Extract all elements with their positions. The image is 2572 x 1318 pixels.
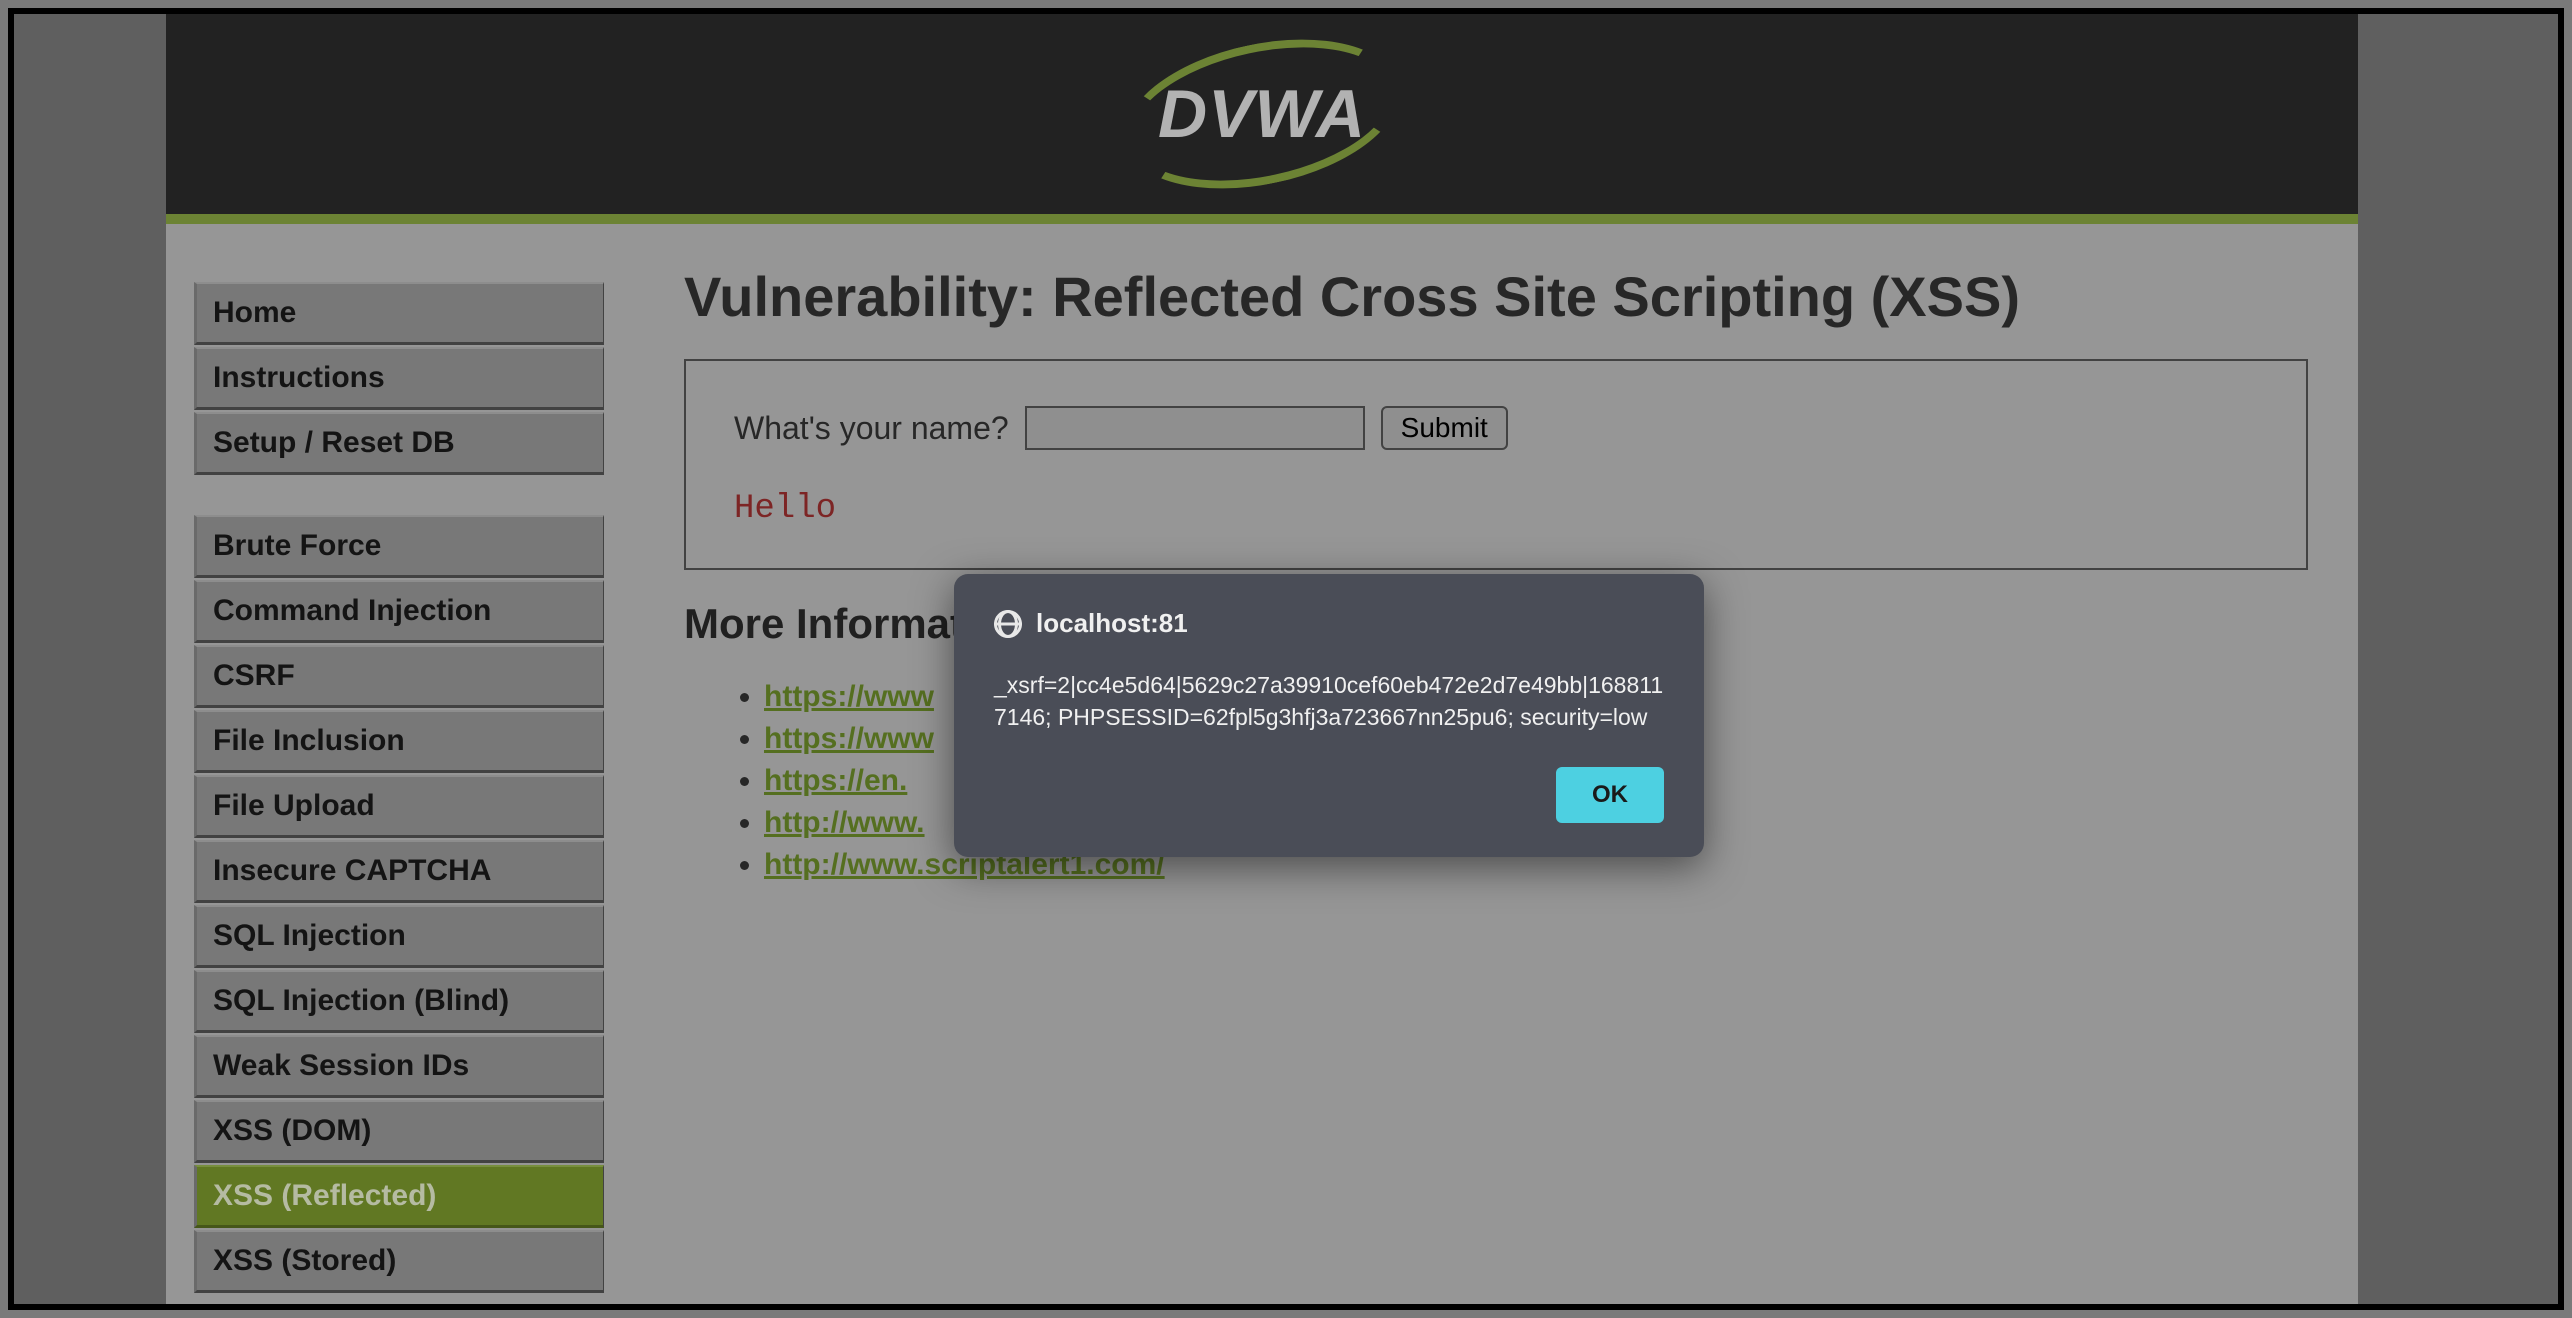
alert-origin: localhost:81 [1036,608,1188,639]
alert-ok-button[interactable]: OK [1556,767,1664,823]
js-alert-dialog: localhost:81 _xsrf=2|cc4e5d64|5629c27a39… [954,574,1704,857]
globe-icon [994,610,1022,638]
alert-message: _xsrf=2|cc4e5d64|5629c27a39910cef60eb472… [994,669,1664,733]
